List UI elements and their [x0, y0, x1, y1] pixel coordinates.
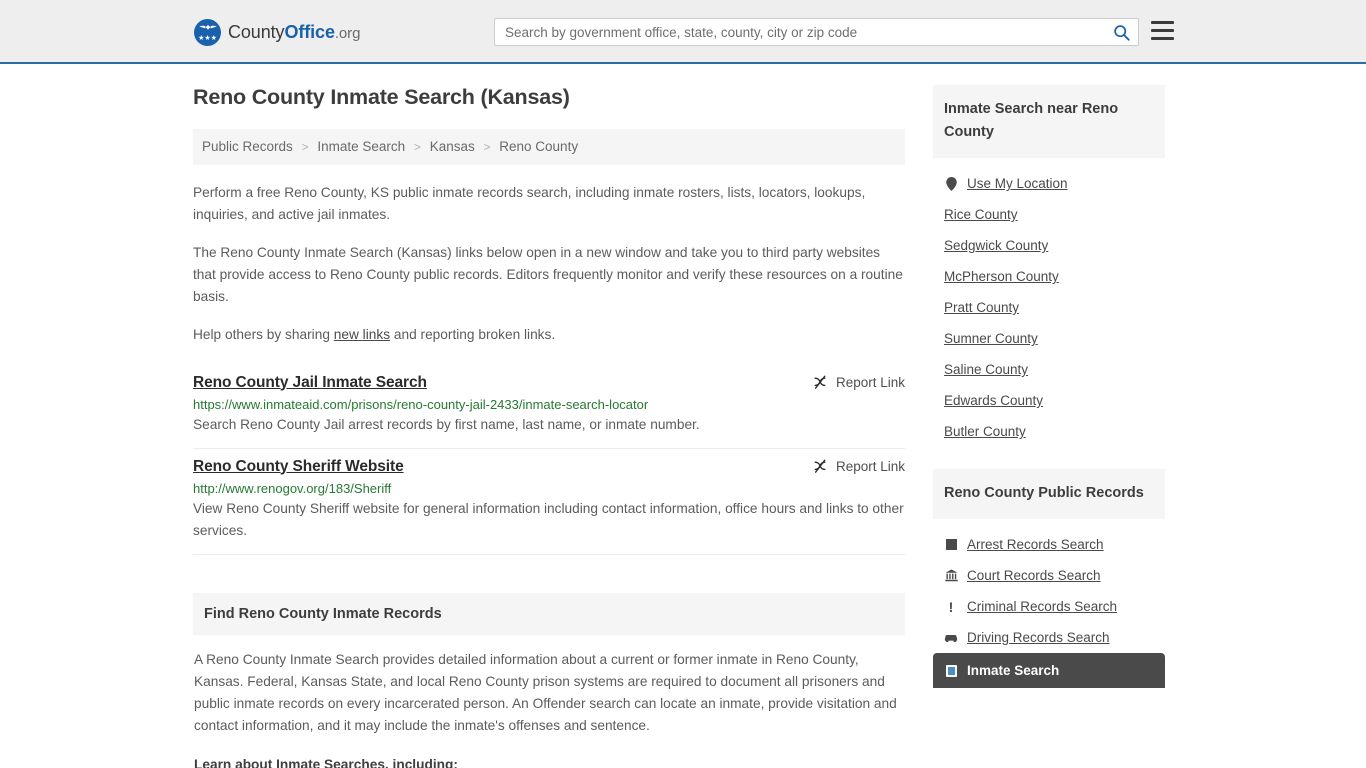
nearby-widget-heading: Inmate Search near Reno County — [933, 85, 1165, 158]
intro-text: Perform a free Reno County, KS public in… — [193, 182, 905, 346]
intro-paragraph-2: The Reno County Inmate Search (Kansas) l… — [193, 244, 903, 304]
breadcrumb-separator: > — [413, 140, 421, 154]
search-bar[interactable] — [494, 18, 1139, 46]
page-body: Reno County Inmate Search (Kansas) Publi… — [0, 64, 1366, 768]
sidebar-item-mcpherson-county[interactable]: McPherson County — [933, 261, 1165, 292]
broken-link-icon — [814, 459, 826, 473]
report-link-label: Report Link — [835, 459, 905, 474]
site-header: ★★★ CountyOffice.org — [0, 0, 1366, 64]
sidebar-link-label[interactable]: Driving Records Search — [967, 630, 1110, 645]
sidebar-link-label[interactable]: Sedgwick County — [944, 238, 1048, 253]
report-link-label: Report Link — [835, 375, 905, 390]
breadcrumb-separator: > — [483, 140, 491, 154]
public-records-list: Arrest Records Search Court Records Sear… — [933, 519, 1165, 688]
sidebar-item-saline-county[interactable]: Saline County — [933, 354, 1165, 385]
result-description: View Reno County Sheriff website for gen… — [193, 500, 904, 538]
result-title-link[interactable]: Reno County Jail Inmate Search — [193, 374, 427, 392]
search-button[interactable] — [1104, 19, 1138, 45]
sidebar-link-label[interactable]: Saline County — [944, 362, 1028, 377]
sidebar-item-sumner-county[interactable]: Sumner County — [933, 323, 1165, 354]
sidebar-item-pratt-county[interactable]: Pratt County — [933, 292, 1165, 323]
sidebar-item-use-my-location[interactable]: Use My Location — [933, 168, 1165, 199]
new-links-link[interactable]: new links — [334, 327, 390, 342]
breadcrumb-item-reno-county[interactable]: Reno County — [499, 139, 578, 154]
learn-about-lead: Learn about Inmate Searches, including: — [194, 756, 458, 768]
sidebar-item-arrest-records[interactable]: Arrest Records Search — [933, 529, 1165, 560]
sidebar-link-label[interactable]: Pratt County — [944, 300, 1019, 315]
sidebar-link-label[interactable]: Court Records Search — [967, 568, 1101, 583]
brand-part-2: Office — [284, 22, 335, 42]
logo-stars: ★★★ — [198, 35, 217, 42]
exclamation-icon: ! — [948, 598, 954, 615]
courthouse-icon — [944, 569, 958, 583]
sidebar-link-label[interactable]: Sumner County — [944, 331, 1038, 346]
breadcrumb-item-kansas[interactable]: Kansas — [430, 139, 475, 154]
sidebar-link-label[interactable]: Arrest Records Search — [967, 537, 1104, 552]
sidebar-link-label[interactable]: Criminal Records Search — [967, 599, 1117, 614]
sidebar-item-sedgwick-county[interactable]: Sedgwick County — [933, 230, 1165, 261]
result-description: Search Reno County Jail arrest records b… — [193, 416, 700, 432]
sidebar-item-butler-county[interactable]: Butler County — [933, 416, 1165, 447]
broken-link-icon — [814, 375, 826, 389]
brand-wordmark: CountyOffice.org — [228, 22, 360, 43]
nearby-inmate-search-widget: Inmate Search near Reno County Use My Lo… — [933, 85, 1165, 447]
eagle-shield-logo-icon: ★★★ — [194, 19, 221, 46]
sidebar: Inmate Search near Reno County Use My Lo… — [933, 85, 1165, 710]
main-content: Reno County Inmate Search (Kansas) Publi… — [193, 85, 905, 768]
sidebar-link-label[interactable]: Inmate Search — [967, 663, 1059, 678]
sidebar-item-rice-county[interactable]: Rice County — [933, 199, 1165, 230]
eagle-wings-icon — [198, 24, 217, 30]
car-icon — [944, 631, 958, 645]
sidebar-link-label[interactable]: Rice County — [944, 207, 1018, 222]
page-title: Reno County Inmate Search (Kansas) — [193, 85, 570, 109]
public-records-widget-heading: Reno County Public Records — [933, 469, 1165, 519]
result-item: Reno County Sheriff Website Report Link … — [193, 449, 905, 555]
sidebar-item-edwards-county[interactable]: Edwards County — [933, 385, 1165, 416]
breadcrumb-separator: > — [301, 140, 309, 154]
sidebar-item-criminal-records[interactable]: ! Criminal Records Search — [933, 591, 1165, 622]
sidebar-item-inmate-search[interactable]: Inmate Search — [933, 653, 1165, 688]
sidebar-item-court-records[interactable]: Court Records Search — [933, 560, 1165, 591]
intro-p3-after: and reporting broken links. — [390, 326, 556, 342]
result-title-link[interactable]: Reno County Sheriff Website — [193, 458, 404, 476]
public-records-widget: Reno County Public Records Arrest Record… — [933, 469, 1165, 688]
intro-paragraph-1: Perform a free Reno County, KS public in… — [193, 184, 866, 222]
sidebar-link-label[interactable]: McPherson County — [944, 269, 1059, 284]
find-records-body: A Reno County Inmate Search provides det… — [193, 635, 905, 768]
brand-suffix: .org — [334, 25, 361, 42]
result-url[interactable]: https://www.inmateaid.com/prisons/reno-c… — [193, 397, 905, 412]
hamburger-menu-icon[interactable] — [1151, 21, 1174, 40]
report-link-button[interactable]: Report Link — [812, 375, 905, 391]
result-url[interactable]: http://www.renogov.org/183/Sheriff — [193, 481, 905, 496]
sidebar-link-label[interactable]: Butler County — [944, 424, 1026, 439]
sidebar-link-label[interactable]: Edwards County — [944, 393, 1043, 408]
breadcrumb-item-public-records[interactable]: Public Records — [202, 139, 293, 154]
find-records-heading: Find Reno County Inmate Records — [193, 592, 905, 635]
search-input[interactable] — [495, 19, 1104, 45]
breadcrumb: Public Records > Inmate Search > Kansas … — [193, 129, 905, 165]
search-icon — [1113, 24, 1130, 41]
site-logo-link[interactable]: ★★★ CountyOffice.org — [194, 19, 360, 46]
brand-part-1: County — [228, 22, 285, 42]
intro-p3-before: Help others by sharing — [193, 326, 334, 342]
find-records-paragraph: A Reno County Inmate Search provides det… — [194, 651, 897, 733]
fingerprint-square-icon — [944, 538, 958, 552]
intro-paragraph-3: Help others by sharing new links and rep… — [193, 324, 905, 346]
sidebar-item-driving-records[interactable]: Driving Records Search — [933, 622, 1165, 653]
sidebar-link-label[interactable]: Use My Location — [967, 176, 1068, 191]
location-pin-icon — [944, 176, 958, 191]
jail-cell-icon — [944, 664, 958, 678]
report-link-button[interactable]: Report Link — [812, 459, 905, 475]
breadcrumb-item-inmate-search[interactable]: Inmate Search — [317, 139, 405, 154]
result-item: Reno County Jail Inmate Search Report Li… — [193, 365, 905, 449]
nearby-county-list: Use My Location Rice County Sedgwick Cou… — [933, 158, 1165, 447]
